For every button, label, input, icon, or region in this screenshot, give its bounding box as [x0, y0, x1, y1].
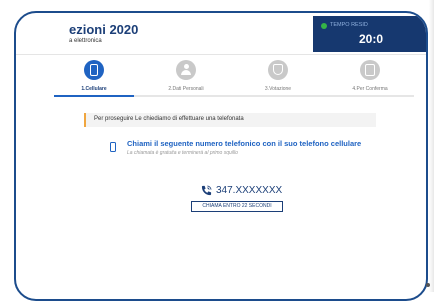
instruction-subheading: La chiamata è gratuita e terminerà al pr…: [127, 150, 238, 156]
page-title: ezioni 2020: [69, 22, 139, 37]
step-label: 1.Cellulare: [81, 86, 107, 92]
timer-value: 20:0: [359, 32, 384, 46]
steps-underline: [54, 95, 414, 97]
timer-label: TEMPO RESID: [330, 22, 368, 28]
phone-icon: [90, 64, 98, 76]
step-circle: [84, 60, 104, 80]
step-label: 4.Per Conferma: [352, 86, 388, 92]
status-dot-icon: [321, 23, 327, 29]
call-deadline-button[interactable]: CHIAMA ENTRO 22 SECONDI: [191, 201, 283, 212]
step-circle: [360, 60, 380, 80]
step-label: 3.Votazione: [264, 86, 292, 92]
step-cellulare[interactable]: 1.Cellulare: [54, 57, 134, 92]
mobile-phone-icon: [110, 142, 116, 152]
notice-text: Per proseguire Le chiediamo di effettuar…: [94, 116, 244, 122]
device-frame: ezioni 2020 a elettronica TEMPO RESID 20…: [14, 11, 428, 301]
step-circle: [268, 60, 288, 80]
notice-banner: Per proseguire Le chiediamo di effettuar…: [84, 113, 376, 127]
shield-icon: [273, 64, 283, 75]
person-icon: [181, 64, 191, 75]
page-header: ezioni 2020 a elettronica TEMPO RESID 20…: [16, 13, 426, 55]
step-dati-personali[interactable]: 2.Dati Personali: [146, 57, 226, 92]
step-conferma[interactable]: 4.Per Conferma: [330, 57, 410, 92]
phone-number: 347.XXXXXXX: [216, 185, 283, 196]
step-votazione[interactable]: 3.Votazione: [238, 57, 318, 92]
progress-steps: 1.Cellulare 2.Dati Personali 3.Votazione…: [54, 57, 414, 109]
page-subtitle: a elettronica: [69, 38, 102, 44]
remaining-time-panel: TEMPO RESID 20:0: [313, 16, 426, 52]
edge-shadow: [429, 0, 434, 292]
phone-call-icon: [201, 185, 212, 196]
step-circle: [176, 60, 196, 80]
instruction-heading: Chiami il seguente numero telefonico con…: [127, 139, 362, 148]
active-step-bar: [54, 95, 134, 97]
side-dot: [426, 283, 430, 287]
step-label: 2.Dati Personali: [168, 86, 204, 92]
document-icon: [365, 64, 375, 76]
